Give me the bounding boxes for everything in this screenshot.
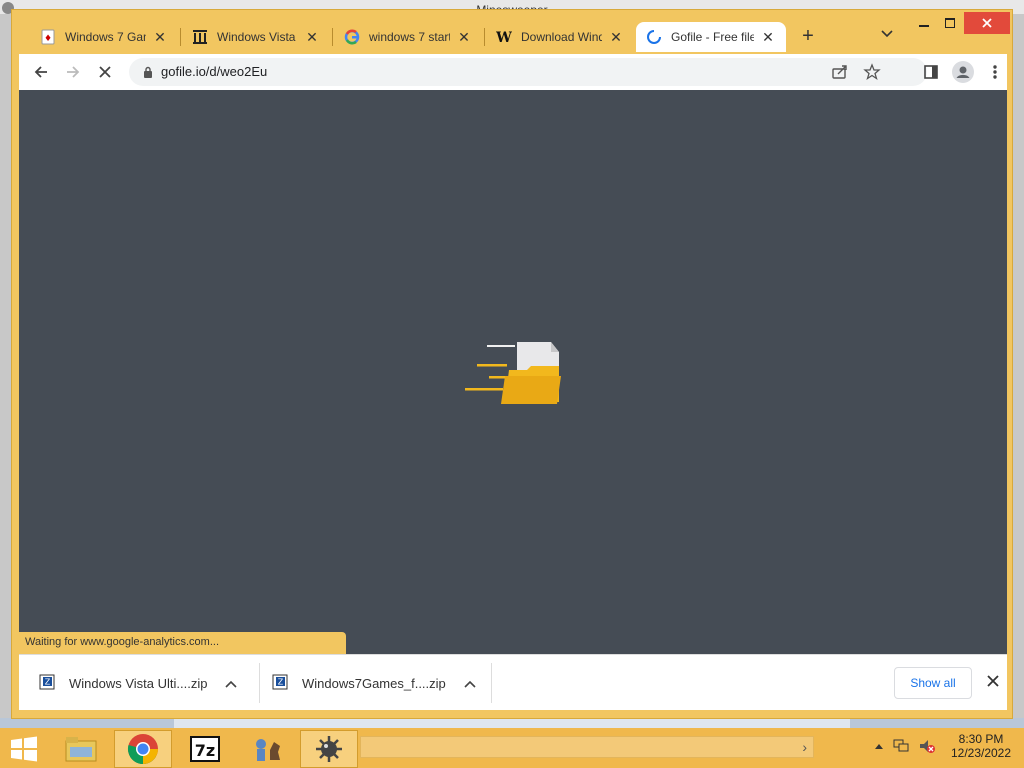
mine-icon [316, 736, 342, 762]
tab-windows-7-games[interactable]: ♦ Windows 7 Games ✕ [30, 22, 178, 52]
download-item[interactable]: Z Windows7Games_f....zip [272, 663, 480, 703]
status-bubble: Waiting for www.google-analytics.com... [19, 632, 346, 654]
back-button[interactable] [29, 60, 53, 84]
tab-close-icon[interactable]: ✕ [304, 29, 320, 46]
chevron-up-icon[interactable] [221, 676, 241, 691]
side-panel-icon [924, 65, 938, 79]
close-icon [99, 66, 111, 78]
tab-strip: ♦ Windows 7 Games ✕ Windows Vista Ultima… [12, 10, 1012, 54]
taskbar-chess[interactable] [238, 730, 296, 768]
address-bar[interactable]: gofile.io/d/weo2Eu [129, 58, 927, 86]
tab-close-icon[interactable]: ✕ [760, 29, 776, 46]
taskbar-7zip[interactable]: 7z [176, 730, 234, 768]
wikipedia-favicon-icon: W [496, 29, 512, 45]
7z-archive-icon: Z [39, 674, 55, 690]
cards-favicon-icon: ♦ [40, 29, 56, 45]
tab-title: Windows 7 Games [65, 30, 146, 44]
close-download-shelf-button[interactable] [981, 671, 1005, 695]
profile-button[interactable] [951, 60, 975, 84]
menu-button[interactable] [983, 60, 1007, 84]
start-button[interactable] [4, 734, 44, 764]
forward-arrow-icon [67, 66, 80, 78]
download-divider [259, 663, 260, 703]
archive-org-favicon-icon [192, 29, 208, 45]
browser-window: ♦ Windows 7 Games ✕ Windows Vista Ultima… [11, 9, 1013, 719]
7zip-icon: 7z [190, 736, 220, 762]
chevron-down-icon [881, 30, 893, 38]
svg-text:W: W [496, 30, 512, 45]
browser-toolbar: gofile.io/d/weo2Eu [19, 54, 1007, 90]
page-viewport: Waiting for www.google-analytics.com... [19, 90, 1007, 654]
lock-icon [144, 66, 152, 78]
tab-gofile[interactable]: Gofile - Free file sharing ✕ [636, 22, 786, 52]
tab-close-icon[interactable]: ✕ [456, 29, 472, 46]
chrome-icon [127, 734, 158, 765]
chevron-right-icon[interactable]: › [802, 739, 807, 755]
svg-text:♦: ♦ [44, 34, 52, 44]
7z-archive-icon: Z [272, 674, 288, 690]
tab-search-button[interactable] [878, 27, 896, 45]
tab-close-icon[interactable]: ✕ [608, 29, 624, 46]
clock-date: 12/23/2022 [950, 746, 1012, 760]
minimize-button[interactable] [910, 12, 938, 34]
background-scroll-strip [0, 718, 1024, 728]
download-item[interactable]: Z Windows Vista Ulti....zip [39, 663, 241, 703]
volume-muted-icon[interactable] [918, 738, 936, 754]
taskbar-file-explorer[interactable] [52, 730, 110, 768]
tab-divider [180, 28, 181, 46]
url-text[interactable]: gofile.io/d/weo2Eu [161, 64, 267, 79]
tab-title: Download Windows [521, 30, 602, 44]
forward-button[interactable] [61, 60, 85, 84]
tab-divider [332, 28, 333, 46]
tab-title: Gofile - Free file sharing [671, 30, 754, 44]
show-all-downloads-button[interactable]: Show all [894, 667, 972, 699]
new-tab-button[interactable]: + [798, 26, 818, 48]
download-filename: Windows7Games_f....zip [302, 675, 446, 691]
taskbar-chrome[interactable] [114, 730, 172, 768]
tab-windows-7-start-menu[interactable]: windows 7 start menu ✕ [334, 22, 482, 52]
taskbar: 7z › 8:30 PM 12/23/2022 [0, 728, 1024, 768]
network-icon[interactable] [892, 738, 910, 754]
taskbar-clock[interactable]: 8:30 PM 12/23/2022 [946, 732, 1016, 760]
windows-logo-icon [11, 736, 37, 762]
taskbar-minesweeper[interactable] [300, 730, 358, 768]
close-icon [987, 675, 999, 687]
tab-title: windows 7 start menu [369, 30, 450, 44]
download-filename: Windows Vista Ulti....zip [69, 675, 208, 691]
google-favicon-icon [344, 29, 360, 45]
bookmark-star-icon[interactable] [863, 63, 881, 81]
tab-title: Windows Vista Ultimate [217, 30, 298, 44]
gofile-loading-folder-icon [465, 342, 561, 404]
close-icon [982, 18, 992, 28]
maximize-button[interactable] [936, 12, 964, 34]
loading-spinner-icon [646, 29, 662, 45]
tab-download-windows[interactable]: W Download Windows ✕ [486, 22, 634, 52]
download-shelf: Z Windows Vista Ulti....zip Z Windows7Ga… [19, 654, 1007, 710]
system-tray [874, 738, 936, 754]
avatar-icon [952, 61, 974, 83]
close-window-button[interactable] [964, 12, 1010, 34]
show-hidden-icons-chevron-icon[interactable] [874, 742, 884, 750]
tab-divider [484, 28, 485, 46]
svg-text:Z: Z [278, 678, 284, 687]
folder-icon [65, 737, 97, 762]
tab-close-icon[interactable]: ✕ [152, 29, 168, 46]
chevron-up-icon[interactable] [460, 676, 480, 691]
side-panel-button[interactable] [919, 60, 943, 84]
chess-pieces-icon [256, 739, 280, 761]
back-arrow-icon [34, 66, 47, 78]
svg-text:Z: Z [45, 678, 51, 687]
stop-loading-button[interactable] [93, 60, 117, 84]
clock-time: 8:30 PM [958, 732, 1004, 746]
taskbar-scroll-area[interactable]: › [360, 736, 814, 758]
tab-windows-vista-ultimate[interactable]: Windows Vista Ultimate ✕ [182, 22, 330, 52]
kebab-menu-icon [993, 65, 997, 79]
download-divider [491, 663, 492, 703]
share-icon[interactable] [831, 63, 849, 81]
svg-text:7z: 7z [195, 741, 215, 760]
